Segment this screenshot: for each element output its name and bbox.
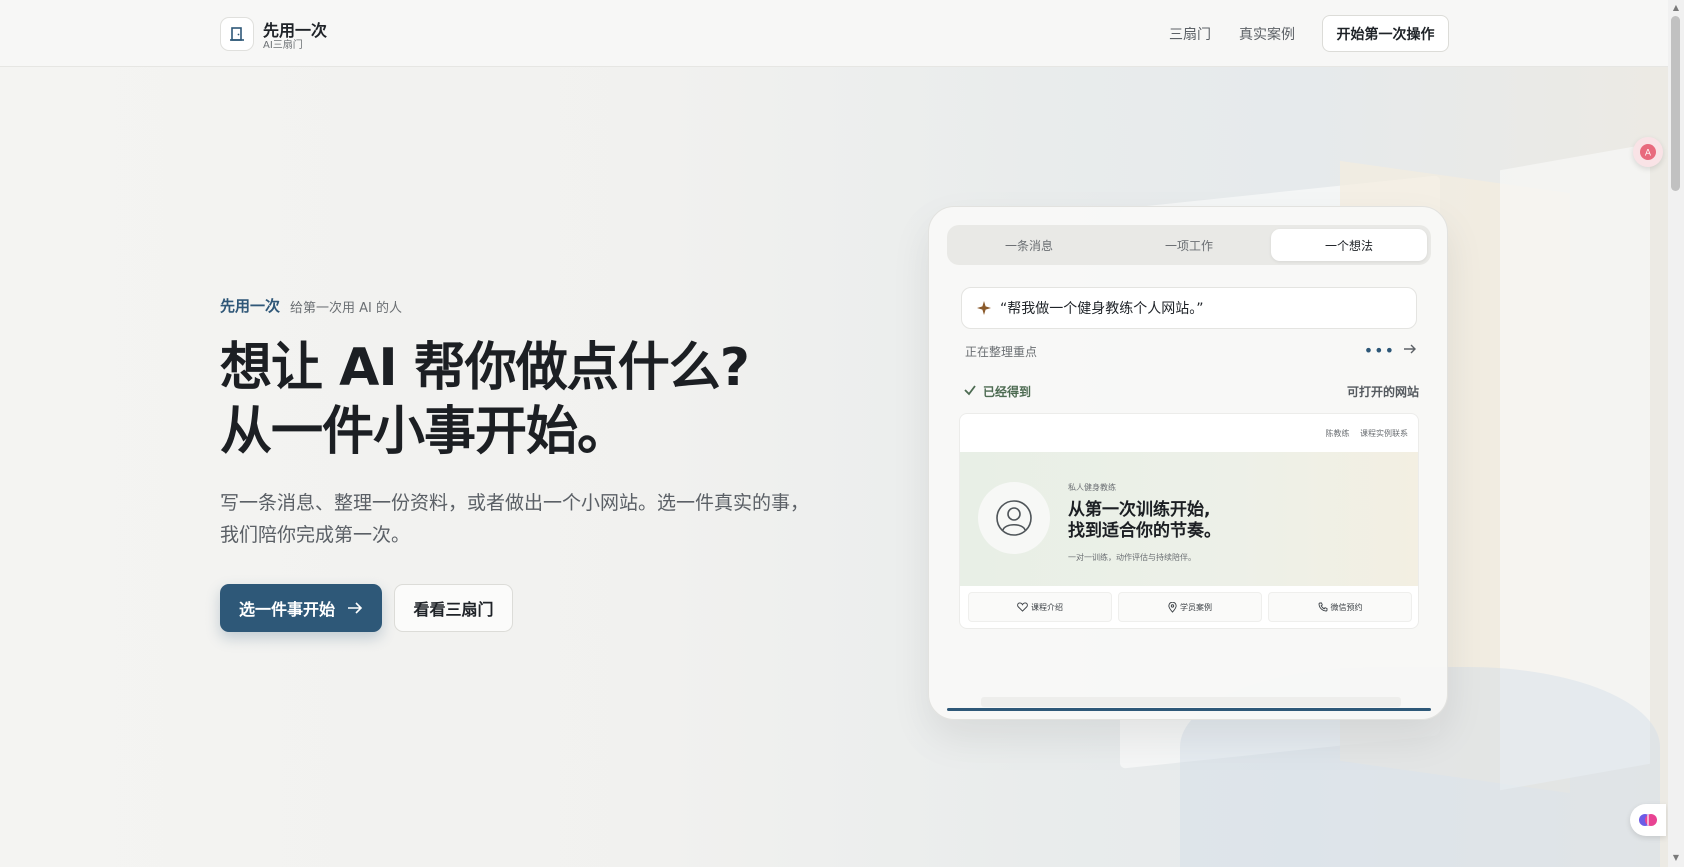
preview-title-line: 从第一次训练开始, [1068,500,1211,520]
hero-title-line: 从一件小事开始。 [220,402,629,462]
preview-link-label: 学员案例 [1180,602,1212,612]
nav-link-three-doors[interactable]: 三扇门 [1169,24,1211,44]
brand-subtitle: AI三扇门 [263,40,303,51]
result-type: 可打开的网站 [1346,385,1419,399]
logo[interactable] [220,17,254,51]
avatar [978,482,1050,554]
preview-link-wechat: 微信预约 [1268,592,1412,622]
preview-link-cases: 学员案例 [1118,592,1262,622]
page-scrollbar[interactable]: ▲ ▼ [1668,0,1684,867]
preview-title: 从第一次训练开始, 找到适合你的节奏。 [1068,500,1221,542]
eyebrow-brand: 先用一次 [220,297,281,315]
preview-kicker: 私人健身教练 [1068,483,1116,492]
demo-tabs: 一条消息 一项工作 一个想法 [947,225,1431,265]
arrow-right-icon [348,602,363,614]
preview-hero: 私人健身教练 从第一次训练开始, 找到适合你的节奏。 一对一训练，动作评估与持续… [960,452,1418,586]
tab-work[interactable]: 一项工作 [1111,229,1267,261]
prompt-box: “帮我做一个健身教练个人网站。” [961,287,1417,329]
top-bar: 先用一次 AI三扇门 三扇门 真实案例 开始第一次操作 [0,0,1668,67]
brain-icon [1639,814,1657,826]
status-row: 正在整理重点 ••• [965,341,1417,363]
hero-description-line: 写一条消息、整理一份资料，或者做出一个小网站。选一件真实的事， [220,492,810,514]
assistant-widget[interactable] [1630,804,1666,836]
hero-title-line: 想让 AI 帮你做点什么? [220,338,750,398]
map-pin-icon [1168,601,1177,613]
preview-nav-item: 陈教练 [1325,429,1350,438]
loading-dots-icon: ••• [1363,341,1395,360]
hero-title: 想让 AI 帮你做点什么? 从一件小事开始。 [220,336,750,464]
preview-description: 一对一训练，动作评估与持续陪伴。 [1068,553,1196,562]
website-preview: 陈教练 课程实例联系 私人健身教练 从第一次训练开始, 找到适合你的节奏。 一对… [959,413,1419,629]
result-label: 已经得到 [983,385,1032,399]
pick-task-button[interactable]: 选一件事开始 [220,584,382,632]
eyebrow-text: 给第一次用 AI 的人 [290,301,402,316]
progress-bar [947,708,1431,711]
scroll-thumb[interactable] [1671,16,1680,191]
translate-icon: A [1640,144,1656,160]
svg-text:A: A [1645,149,1652,159]
check-icon [964,385,976,396]
preview-link-courses: 课程介绍 [968,592,1112,622]
scroll-up-icon[interactable]: ▲ [1671,3,1681,13]
tab-message[interactable]: 一条消息 [951,229,1107,261]
hero-description: 写一条消息、整理一份资料，或者做出一个小网站。选一件真实的事， 我们陪你完成第一… [220,487,809,551]
start-first-operation-button[interactable]: 开始第一次操作 [1322,15,1449,52]
demo-card: 一条消息 一项工作 一个想法 “帮我做一个健身教练个人网站。” 正在整理重点 •… [928,206,1448,720]
arrow-right-icon [1404,344,1416,354]
scroll-down-icon[interactable]: ▼ [1671,853,1681,863]
hero-description-line: 我们陪你完成第一次。 [220,524,411,546]
sparkle-icon [977,301,991,315]
tab-idea[interactable]: 一个想法 [1271,229,1427,261]
preview-nav: 陈教练 课程实例联系 [1317,428,1408,439]
loading-skeleton [981,697,1401,707]
phone-icon [1318,602,1327,612]
pick-task-label: 选一件事开始 [238,600,335,619]
preview-link-label: 课程介绍 [1031,602,1063,612]
nav-link-cases[interactable]: 真实案例 [1239,24,1295,44]
preview-link-label: 微信预约 [1330,602,1363,612]
door-icon [230,27,244,41]
prompt-text: “帮我做一个健身教练个人网站。” [1000,301,1204,317]
heart-icon [1017,602,1028,612]
view-three-doors-button[interactable]: 看看三扇门 [394,584,513,632]
status-text: 正在整理重点 [965,345,1038,359]
user-icon [996,500,1032,536]
preview-links: 课程介绍 学员案例 微信预约 [968,592,1412,622]
translate-widget[interactable]: A [1633,137,1663,167]
preview-title-line: 找到适合你的节奏。 [1068,521,1221,541]
result-row: 已经得到 可打开的网站 [963,383,1419,403]
preview-nav-item: 课程实例联系 [1360,429,1408,438]
